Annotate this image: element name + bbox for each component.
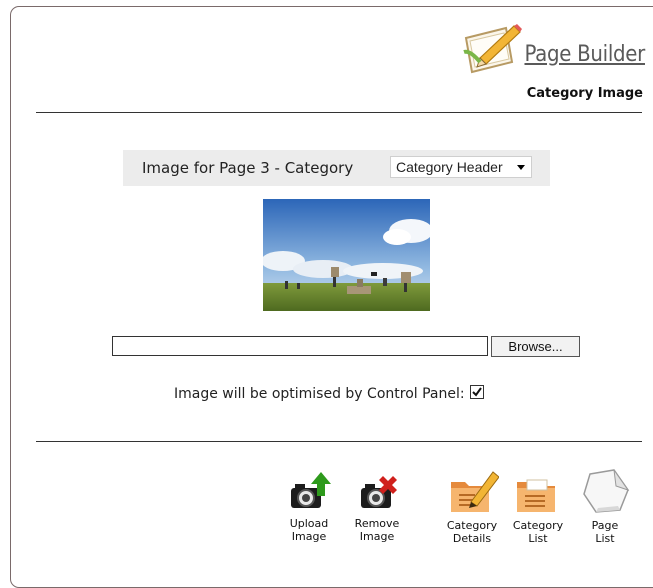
optimise-label: Image will be optimised by Control Panel… bbox=[174, 386, 465, 402]
image-selector-bar: Image for Page 3 - Category Category Hea… bbox=[123, 150, 550, 186]
footer-divider bbox=[36, 441, 642, 442]
browse-button[interactable]: Browse... bbox=[491, 336, 580, 357]
page-subtitle: Category Image bbox=[526, 86, 643, 101]
optimise-row: Image will be optimised by Control Panel… bbox=[174, 385, 484, 402]
image-type-select-value: Category Header bbox=[396, 159, 503, 175]
upload-image-label-1: Upload bbox=[289, 517, 329, 530]
upload-image-label-2: Image bbox=[291, 530, 327, 543]
remove-image-button[interactable]: Remove Image bbox=[348, 472, 406, 543]
page-builder-logo-icon bbox=[460, 22, 523, 74]
category-details-label-1: Category bbox=[446, 519, 498, 532]
category-details-label-2: Details bbox=[452, 532, 492, 545]
category-list-button[interactable]: Category List bbox=[507, 468, 569, 545]
camera-upload-icon bbox=[283, 472, 335, 515]
checkmark-icon bbox=[471, 387, 482, 397]
page-list-label-1: Page bbox=[591, 519, 619, 532]
folder-pencil-icon bbox=[441, 468, 503, 517]
header-divider bbox=[36, 112, 642, 113]
remove-image-label-2: Image bbox=[359, 530, 395, 543]
page-list-icon bbox=[577, 468, 633, 517]
image-type-select[interactable]: Category Header bbox=[390, 156, 532, 178]
file-path-input[interactable] bbox=[112, 336, 488, 356]
folder-list-icon bbox=[507, 468, 569, 517]
page-builder-logo[interactable]: Page Builder bbox=[460, 22, 645, 74]
page-list-button[interactable]: Page List bbox=[577, 468, 633, 545]
image-for-page-label: Image for Page 3 - Category bbox=[142, 159, 354, 177]
category-image-preview bbox=[263, 199, 430, 311]
page-list-label-2: List bbox=[595, 532, 615, 545]
category-list-label-1: Category bbox=[512, 519, 564, 532]
category-details-button[interactable]: Category Details bbox=[441, 468, 503, 545]
optimise-checkbox[interactable] bbox=[469, 385, 484, 399]
remove-image-label-1: Remove bbox=[354, 517, 400, 530]
category-list-label-2: List bbox=[528, 532, 548, 545]
upload-image-button[interactable]: Upload Image bbox=[283, 472, 335, 543]
logo-text: Page Builder bbox=[524, 42, 645, 67]
camera-remove-icon bbox=[348, 472, 406, 515]
chevron-down-icon bbox=[517, 165, 525, 170]
